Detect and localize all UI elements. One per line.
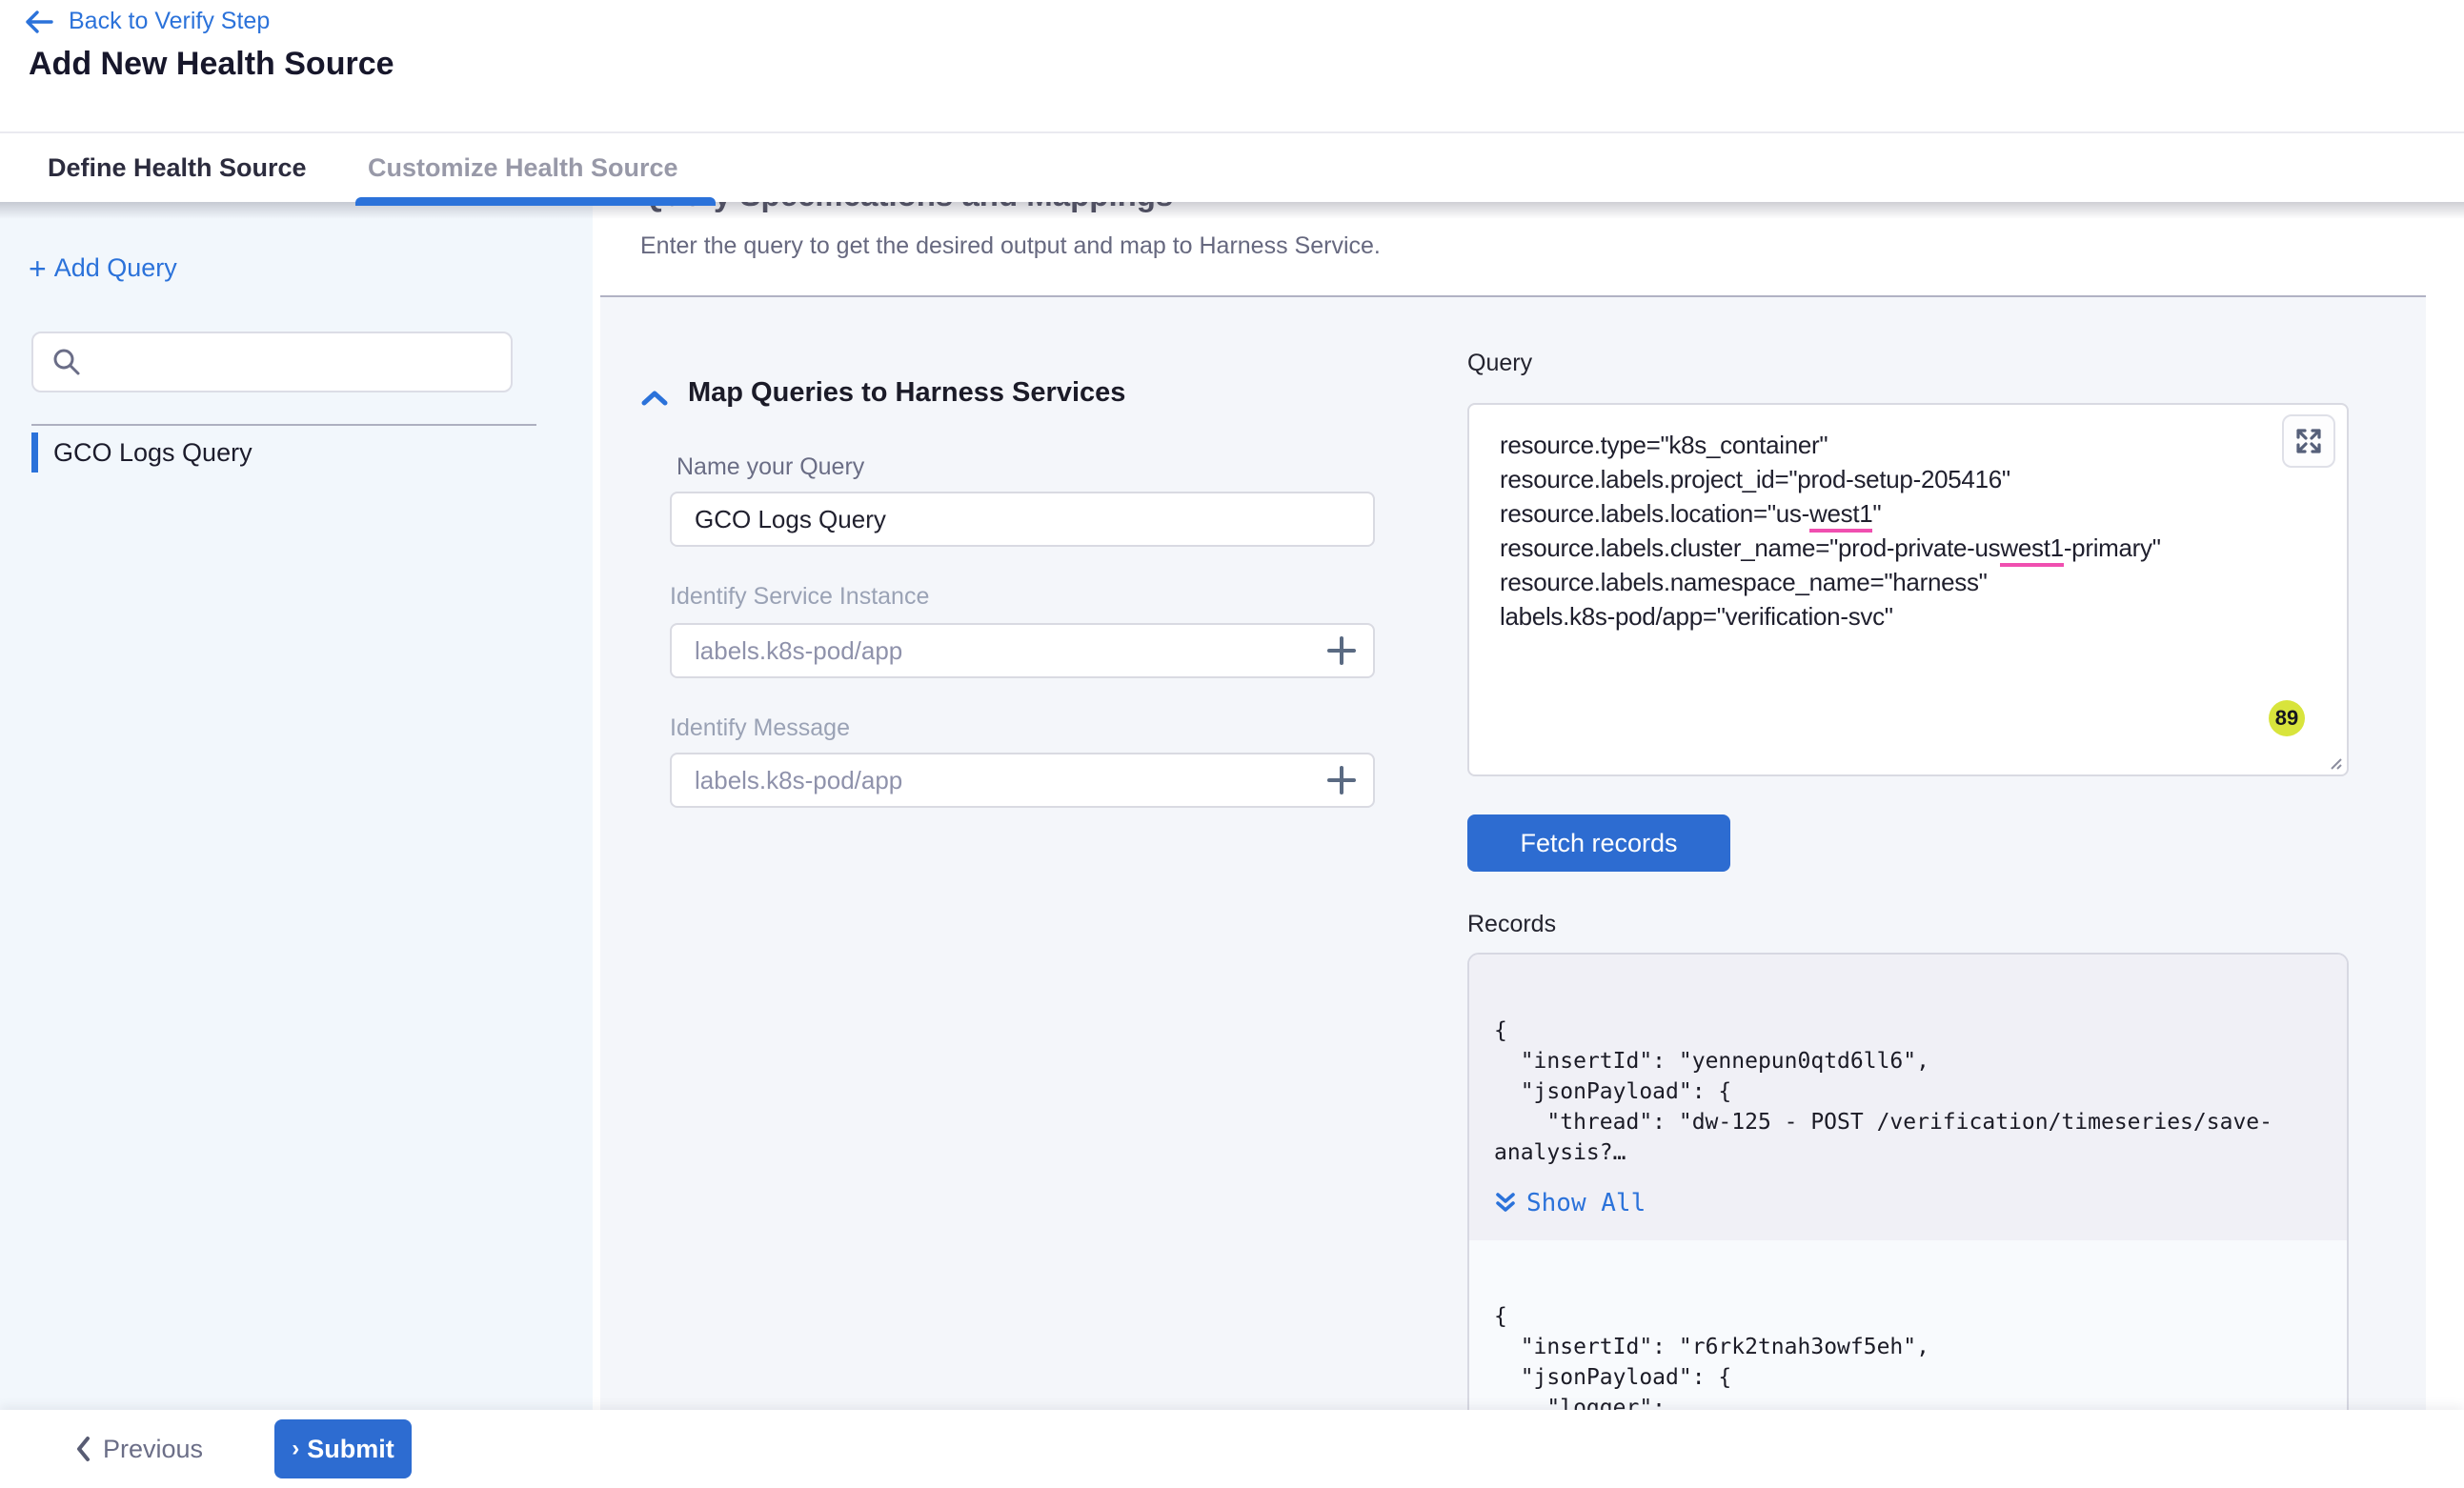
records-card: { "insertId": "yennepun0qtd6ll6", "jsonP…: [1467, 953, 2349, 1410]
service-instance-value: labels.k8s-pod/app: [695, 636, 902, 666]
back-arrow-icon: [25, 10, 53, 34]
active-tab-underline: [355, 197, 716, 206]
resize-handle-icon[interactable]: [2324, 752, 2343, 771]
page-header: Back to Verify Step Add New Health Sourc…: [0, 0, 2464, 133]
record-json: { "insertId": "yennepun0qtd6ll6", "jsonP…: [1494, 1015, 2320, 1168]
query-search-input[interactable]: [31, 332, 513, 392]
add-query-button[interactable]: + Add Query: [29, 253, 177, 283]
query-sidebar: + Add Query GCO Logs Query: [0, 202, 593, 1410]
section-subtitle: Enter the query to get the desired outpu…: [640, 232, 1381, 260]
identify-message-label: Identify Message: [670, 714, 850, 742]
sidebar-item-gco-logs-query[interactable]: GCO Logs Query: [31, 431, 565, 474]
fetch-records-button[interactable]: Fetch records: [1467, 814, 1730, 872]
add-message-plus-icon[interactable]: [1325, 764, 1358, 796]
query-label: Query: [1467, 350, 1532, 377]
plus-icon: +: [29, 255, 47, 282]
submit-label: Submit: [307, 1435, 394, 1464]
fullscreen-icon: [2295, 428, 2322, 454]
expand-query-button[interactable]: [2282, 414, 2335, 468]
chevron-up-icon[interactable]: [640, 389, 669, 408]
message-input[interactable]: labels.k8s-pod/app: [670, 753, 1375, 808]
selected-indicator: [31, 432, 38, 473]
tab-define-health-source[interactable]: Define Health Source: [48, 133, 307, 202]
record-item: { "insertId": "yennepun0qtd6ll6", "jsonP…: [1469, 955, 2347, 1240]
footer-bar: Previous › Submit: [0, 1410, 2464, 1488]
add-health-source-page: Back to Verify Step Add New Health Sourc…: [0, 0, 2464, 1488]
search-icon: [50, 346, 83, 378]
show-all-link[interactable]: Show All: [1494, 1189, 1646, 1217]
tab-customize-health-source[interactable]: Customize Health Source: [368, 133, 678, 202]
identify-service-instance-label: Identify Service Instance: [670, 583, 929, 611]
tab-bar: Define Health Source Customize Health So…: [0, 133, 2464, 202]
back-to-verify-step-link[interactable]: Back to Verify Step: [25, 8, 270, 35]
main-area: Query Specifications and Mappings Enter …: [593, 202, 2464, 1410]
query-item-label: GCO Logs Query: [53, 438, 252, 468]
previous-label: Previous: [103, 1435, 203, 1464]
name-your-query-label: Name your Query: [677, 453, 864, 481]
add-query-label: Add Query: [54, 253, 177, 283]
chevron-left-icon: [74, 1435, 91, 1463]
map-queries-title: Map Queries to Harness Services: [688, 377, 1125, 409]
query-textarea[interactable]: resource.type="k8s_container"resource.la…: [1467, 403, 2349, 776]
chevron-right-icon: ›: [292, 1436, 299, 1462]
service-instance-input[interactable]: labels.k8s-pod/app: [670, 623, 1375, 678]
query-name-value: GCO Logs Query: [695, 505, 886, 534]
message-value: labels.k8s-pod/app: [695, 766, 902, 795]
record-item: { "insertId": "r6rk2tnah3owf5eh", "jsonP…: [1469, 1240, 2347, 1410]
content-area: + Add Query GCO Logs Query Query Specifi…: [0, 202, 2464, 1410]
page-title: Add New Health Source: [29, 46, 394, 83]
query-name-input[interactable]: GCO Logs Query: [670, 492, 1375, 547]
records-label: Records: [1467, 911, 1556, 938]
back-link-label: Back to Verify Step: [69, 8, 270, 35]
show-all-label: Show All: [1526, 1189, 1646, 1217]
char-count-badge: 89: [2269, 700, 2305, 736]
add-service-instance-plus-icon[interactable]: [1325, 634, 1358, 667]
query-text: resource.type="k8s_container"resource.la…: [1469, 405, 2347, 656]
query-mapping-panel: Map Queries to Harness Services Name you…: [600, 295, 2426, 1410]
record-json: { "insertId": "r6rk2tnah3owf5eh", "jsonP…: [1494, 1301, 2320, 1410]
section-title: Query Specifications and Mappings: [640, 202, 1173, 213]
double-chevron-down-icon: [1494, 1191, 1517, 1216]
sidebar-divider: [31, 424, 536, 426]
submit-button[interactable]: › Submit: [274, 1419, 412, 1478]
previous-button[interactable]: Previous: [74, 1421, 203, 1477]
